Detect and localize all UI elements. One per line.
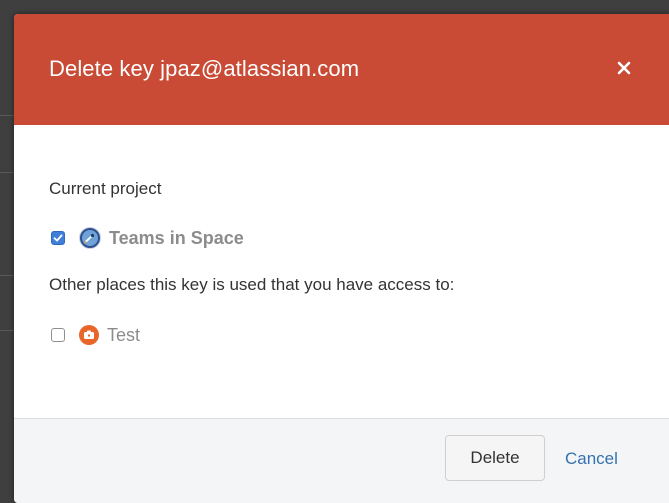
other-place-name: Test xyxy=(107,324,141,345)
checkmark-icon xyxy=(53,234,63,242)
dialog-header: Delete key jpaz@atlassian.com xyxy=(14,14,669,125)
current-project-row: Teams in Space xyxy=(51,226,244,250)
close-button[interactable] xyxy=(610,54,638,82)
current-project-name: Teams in Space xyxy=(109,227,244,248)
dialog-body: Current project Teams in Space Other pla… xyxy=(14,125,669,418)
test-avatar-icon xyxy=(79,325,99,345)
cancel-link[interactable]: Cancel xyxy=(565,449,618,469)
teams-in-space-avatar-icon xyxy=(79,227,101,249)
current-project-label: Current project xyxy=(49,179,162,198)
dialog-footer: Delete Cancel xyxy=(14,418,669,503)
current-project-checkbox[interactable] xyxy=(51,231,65,245)
close-icon xyxy=(617,61,631,75)
dialog-title: Delete key jpaz@atlassian.com xyxy=(49,56,360,81)
delete-button[interactable]: Delete xyxy=(445,435,545,481)
delete-key-dialog: Delete key jpaz@atlassian.com Current pr… xyxy=(14,14,669,503)
other-place-checkbox[interactable] xyxy=(51,328,65,342)
other-place-row: Test xyxy=(51,323,140,347)
other-places-label: Other places this key is used that you h… xyxy=(49,275,455,294)
